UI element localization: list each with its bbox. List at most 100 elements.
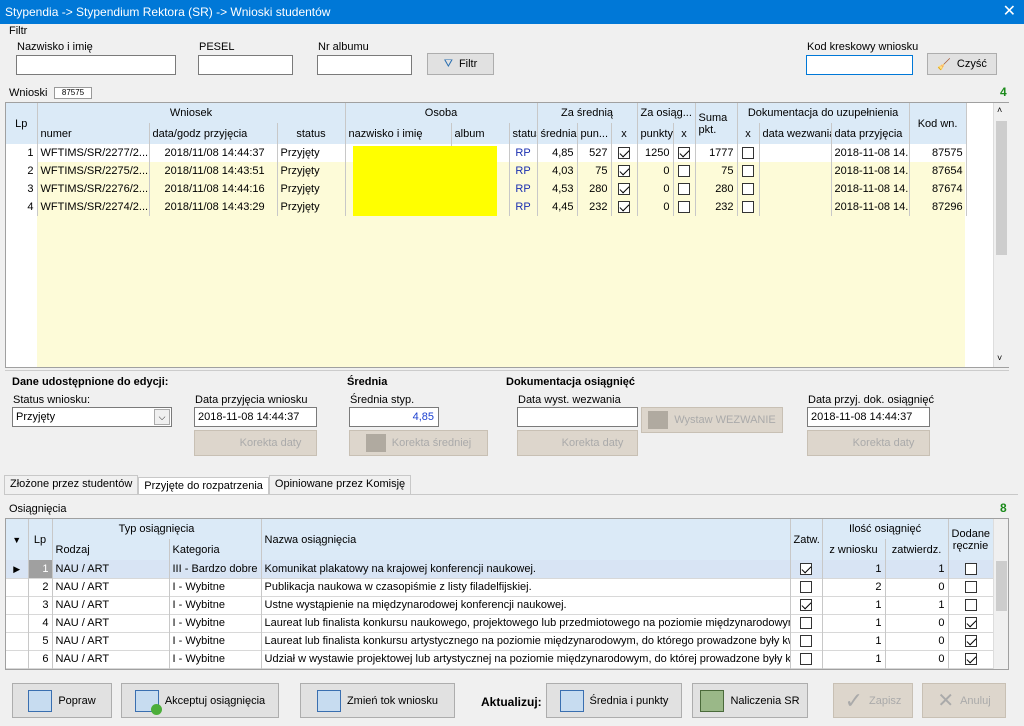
wystaw-wezwanie-button[interactable]: Wystaw WEZWANIE	[641, 407, 783, 433]
popraw-button[interactable]: Popraw	[12, 683, 112, 718]
korekta-sredniej-button[interactable]: Korekta średniej	[349, 430, 488, 456]
status-cell: Przyjęty	[277, 144, 346, 162]
nazwa-header: Nazwa osiągnięcia	[261, 519, 791, 560]
wezwanie-input[interactable]	[517, 407, 638, 427]
rodzaj-cell: NAU / ART	[52, 614, 170, 632]
close-icon[interactable]: ✕	[1003, 0, 1016, 24]
osoba-status-cell: RP	[509, 144, 538, 162]
row-selector[interactable]: ▶	[6, 560, 29, 578]
zatw-checkbox[interactable]	[800, 581, 813, 594]
list-item[interactable]: 2 NAU / ART I - Wybitne Publikacja naukowa …	[6, 578, 994, 596]
scroll-thumb-2[interactable]	[996, 561, 1007, 611]
dok-checkbox[interactable]	[742, 201, 755, 214]
scroll-up-icon[interactable]: ˄	[997, 105, 1002, 115]
list-item[interactable]: 5 NAU / ART I - Wybitne Laureat lub finalis…	[6, 632, 994, 650]
row-selector[interactable]	[6, 650, 29, 668]
tab-opiniowane[interactable]: Opiniowane przez Komisję	[268, 475, 412, 494]
zatw-checkbox[interactable]	[800, 599, 813, 612]
list-item[interactable]: 4 NAU / ART I - Wybitne Laureat lub finalis…	[6, 614, 994, 632]
row-selector[interactable]	[6, 596, 29, 614]
scroll-down-icon[interactable]: ˅	[997, 353, 1002, 363]
suma-header: Suma pkt.	[695, 103, 738, 144]
x1-checkbox[interactable]	[618, 165, 631, 178]
nazwa-cell: Komunikat plakatowy na krajowej konferen…	[261, 560, 791, 578]
dodane-checkbox[interactable]	[964, 562, 977, 575]
naliczenia-button[interactable]: Naliczenia SR	[692, 683, 808, 718]
data-header: data/godz przyjęcia	[149, 123, 278, 144]
x2-checkbox[interactable]	[678, 183, 691, 196]
numer-cell: WFTIMS/SR/2276/2...	[37, 180, 150, 198]
korekta-daty3-button[interactable]: Korekta daty	[807, 430, 930, 456]
osiagniecia-grid: ▼ Lp Typ osiągnięcia Nazwa osiągnięcia Z…	[5, 518, 1009, 670]
rodzaj-cell: NAU / ART	[52, 632, 170, 650]
dok-checkbox[interactable]	[742, 183, 755, 196]
dodane-checkbox[interactable]	[964, 581, 977, 594]
row-selector[interactable]	[6, 578, 29, 596]
row-select-header: ▼	[6, 519, 29, 560]
check-icon: ✓	[844, 687, 864, 713]
x1-checkbox[interactable]	[618, 183, 631, 196]
aktualizuj-label: Aktualizuj:	[481, 695, 542, 709]
dok-date-input[interactable]: 2018-11-08 14:44:37	[807, 407, 930, 427]
status-select[interactable]: Przyjęty ⌵	[12, 407, 172, 427]
tab-zlozone[interactable]: Złożone przez studentów	[4, 475, 139, 494]
list-item[interactable]: 3 NAU / ART I - Wybitne Ustne wystąpienie n…	[6, 596, 994, 614]
korekta-daty-button[interactable]: Korekta daty	[194, 430, 317, 456]
za-osiag-header: Za osiąg...	[637, 103, 696, 123]
dodane-checkbox[interactable]	[964, 653, 977, 666]
zatw-checkbox[interactable]	[800, 653, 813, 666]
x1-checkbox[interactable]	[618, 201, 631, 214]
lp-cell: 3	[28, 596, 53, 614]
x2-checkbox[interactable]	[678, 165, 691, 178]
pun-cell: 232	[577, 198, 612, 216]
x2-checkbox[interactable]	[678, 201, 691, 214]
scroll-thumb[interactable]	[996, 121, 1007, 255]
zatwierdz-cell: 0	[885, 614, 949, 632]
zmien-tok-button[interactable]: Zmień tok wniosku	[300, 683, 455, 718]
dok-checkbox[interactable]	[742, 147, 755, 160]
akceptuj-button[interactable]: Akceptuj osiągnięcia	[121, 683, 279, 718]
x2-cell	[673, 162, 696, 180]
pun-cell: 280	[577, 180, 612, 198]
korekta-daty2-button[interactable]: Korekta daty	[517, 430, 638, 456]
tab-line	[4, 494, 1018, 495]
numer-header: numer	[37, 123, 150, 144]
zatw-checkbox[interactable]	[800, 635, 813, 648]
funnel-icon: ⛛	[443, 57, 453, 70]
filter-button[interactable]: ⛛ Filtr	[427, 53, 494, 75]
pesel-input[interactable]	[198, 55, 293, 75]
clear-button[interactable]: 🧹 Czyść	[927, 53, 997, 75]
osiagniecia-total: 8	[1000, 501, 1007, 515]
tab-przyjete[interactable]: Przyjęte do rozpatrzenia	[138, 477, 269, 494]
list-item[interactable]: ▶ 1 NAU / ART III - Bardzo dobre Komunikat p…	[6, 560, 994, 578]
punkty-cell: 1250	[637, 144, 674, 162]
date-input[interactable]: 2018-11-08 14:44:37	[194, 407, 317, 427]
list-item[interactable]: 6 NAU / ART I - Wybitne Udział w wystawie p…	[6, 650, 994, 668]
zatw-checkbox[interactable]	[800, 617, 813, 630]
barcode-label: Kod kreskowy wniosku	[807, 41, 919, 53]
dokumentacja-header: Dokumentacja do uzupełnienia	[737, 103, 910, 123]
wnioski-scrollbar[interactable]: ˄ ˅	[993, 103, 1009, 367]
srednia-input[interactable]: 4,85	[349, 407, 439, 427]
zatw-cell	[790, 578, 823, 596]
srednia-punkty-button[interactable]: Średnia i punkty	[546, 683, 682, 718]
name-input[interactable]	[16, 55, 176, 75]
dodane-checkbox[interactable]	[964, 617, 977, 630]
row-selector[interactable]	[6, 614, 29, 632]
window-title: Stypendia -> Stypendium Rektora (SR) -> …	[5, 5, 331, 19]
dodane-checkbox[interactable]	[964, 599, 977, 612]
chevron-down-icon[interactable]: ⌵	[154, 409, 170, 425]
anuluj-button[interactable]: ✕ Anuluj	[922, 683, 1006, 718]
album-input[interactable]	[317, 55, 412, 75]
dok-checkbox[interactable]	[742, 165, 755, 178]
rodzaj-cell: NAU / ART	[52, 596, 170, 614]
zapisz-button[interactable]: ✓ Zapisz	[833, 683, 913, 718]
barcode-input[interactable]	[806, 55, 913, 75]
osiagniecia-scrollbar[interactable]	[993, 519, 1008, 669]
dodane-checkbox[interactable]	[964, 635, 977, 648]
x1-checkbox[interactable]	[618, 147, 631, 160]
zatw-checkbox[interactable]	[800, 562, 813, 575]
broom-icon: 🧹	[937, 58, 951, 71]
row-selector[interactable]	[6, 632, 29, 650]
x2-checkbox[interactable]	[678, 147, 691, 160]
